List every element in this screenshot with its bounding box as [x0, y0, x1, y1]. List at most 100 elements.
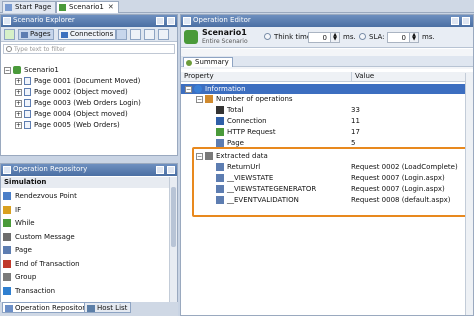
page-icon [24, 77, 31, 85]
host-list-icon [87, 305, 95, 312]
tree-page-5[interactable]: + Page 0005 (Web Orders) [15, 120, 120, 131]
chart-icon [205, 95, 213, 103]
minimize-icon[interactable] [156, 17, 164, 25]
tab-label: Scenario1 [69, 3, 104, 11]
property-grid-header: Property Value [181, 72, 473, 82]
panel-title: Operation Editor [193, 16, 251, 24]
close-panel-icon[interactable] [462, 17, 470, 25]
property-row[interactable]: HTTP Request 17 [181, 127, 473, 137]
tree-page-1[interactable]: + Page 0001 (Document Moved) [15, 76, 140, 87]
think-time-input[interactable]: 0 ▲ ▼ [308, 32, 340, 43]
tab-start-page[interactable]: Start Page [2, 1, 57, 13]
scenario-icon [184, 30, 198, 44]
request-icon [216, 128, 224, 136]
collapse-icon[interactable]: − [4, 66, 11, 74]
repository-item[interactable]: End of Transaction [3, 258, 80, 270]
close-panel-icon[interactable] [167, 17, 175, 25]
property-row[interactable]: Connection 11 [181, 116, 473, 126]
scenario-bar: Scenario1 Entire Scenario Think time: 0 … [181, 27, 473, 48]
start-page-icon [5, 4, 12, 11]
repository-item[interactable]: While [3, 217, 35, 229]
collapse-icon[interactable]: − [185, 85, 192, 93]
tree-page-2[interactable]: + Page 0002 (Object moved) [15, 87, 128, 98]
spinner-arrows-icon[interactable]: ▲ ▼ [330, 33, 339, 42]
panel-title: Scenario Explorer [13, 16, 75, 24]
property-row[interactable]: Total 33 [181, 105, 473, 115]
group-icon [3, 273, 11, 281]
tab-summary[interactable]: Summary [183, 57, 233, 67]
property-value: 11 [351, 117, 360, 125]
expand-icon[interactable]: + [15, 88, 22, 96]
sla-label: SLA: [369, 33, 385, 41]
column-value[interactable]: Value [351, 72, 374, 81]
repository-item[interactable]: Custom Message [3, 231, 75, 243]
expand-icon[interactable]: + [15, 121, 22, 129]
document-tabs: Start Page Scenario1 ✕ [0, 0, 474, 13]
spinner-arrows-icon[interactable]: ▲ ▼ [409, 33, 418, 42]
filter-input[interactable]: Type text to filter [3, 44, 175, 54]
close-icon[interactable]: ✕ [108, 3, 114, 11]
tree-page-4[interactable]: + Page 0004 (Object moved) [15, 109, 128, 120]
repository-item[interactable]: Group [3, 271, 36, 283]
move-up-icon[interactable] [158, 29, 169, 40]
move-down-icon[interactable] [144, 29, 155, 40]
pages-icon [21, 32, 28, 38]
message-icon [3, 232, 11, 241]
page-icon [24, 121, 31, 129]
repository-item[interactable]: Page [3, 244, 32, 256]
repository-icon [3, 166, 11, 174]
view-toggle-icon[interactable] [116, 29, 127, 40]
sla-unit: ms. [422, 33, 435, 41]
sigma-icon [216, 106, 224, 114]
connections-button[interactable]: Connections [58, 29, 117, 40]
property-label: Page [227, 139, 244, 147]
tree-page-3[interactable]: + Page 0003 (Web Orders Login) [15, 98, 141, 109]
expand-icon[interactable]: + [15, 77, 22, 85]
expand-icon[interactable]: + [15, 110, 22, 118]
sort-icon[interactable] [130, 29, 141, 40]
summary-tab-strip: Summary [181, 56, 473, 67]
check-icon[interactable] [4, 29, 15, 40]
property-label: Connection [227, 117, 267, 125]
close-panel-icon[interactable] [167, 166, 175, 174]
collapse-icon[interactable]: − [196, 95, 203, 103]
minimize-icon[interactable] [156, 166, 164, 174]
scenario-icon [13, 66, 21, 74]
property-cell: HTTP Request [207, 127, 276, 137]
tab-scenario1[interactable]: Scenario1 ✕ [56, 1, 119, 13]
scenario-subtitle: Entire Scenario [202, 38, 248, 45]
connections-icon [61, 32, 68, 38]
tab-host-list[interactable]: Host List [84, 302, 132, 313]
pages-button[interactable]: Pages [18, 29, 54, 40]
sla-input[interactable]: 0 ▲ ▼ [387, 32, 419, 43]
tab-operation-repository[interactable]: Operation Repository [2, 302, 94, 313]
property-cell: Connection [207, 116, 267, 126]
property-row[interactable]: − Number of operations [181, 94, 473, 104]
property-value: 17 [351, 128, 360, 136]
repository-item[interactable]: IF [3, 204, 21, 216]
property-label: Number of operations [216, 95, 293, 103]
editor-icon [183, 17, 191, 25]
scenario-name: Scenario1 [202, 28, 247, 37]
page-icon [24, 88, 31, 96]
explorer-toolbar: Pages Connections [1, 27, 177, 42]
repository-item[interactable]: Rendezvous Point [3, 190, 77, 202]
operation-editor-panel: Operation Editor Scenario1 Entire Scenar… [180, 14, 474, 316]
tree-root[interactable]: − Scenario1 [4, 65, 59, 76]
repository-item[interactable]: Transaction [3, 285, 55, 297]
operation-repository-panel: Operation Repository Simulation Rendezvo… [0, 163, 178, 303]
property-row[interactable]: − Information [181, 84, 473, 94]
minimize-icon[interactable] [451, 17, 459, 25]
vertical-scrollbar[interactable] [465, 73, 473, 315]
column-property[interactable]: Property [184, 72, 214, 81]
end-transaction-icon [3, 259, 11, 268]
vertical-scrollbar[interactable] [169, 177, 177, 302]
scenario-icon [59, 4, 66, 11]
connection-icon [216, 117, 224, 125]
summary-icon [186, 60, 192, 66]
section-header: Simulation [1, 177, 169, 188]
rendezvous-icon [3, 192, 11, 200]
expand-icon[interactable]: + [15, 99, 22, 107]
scroll-thumb[interactable] [171, 187, 176, 247]
repository-icon [5, 305, 13, 312]
